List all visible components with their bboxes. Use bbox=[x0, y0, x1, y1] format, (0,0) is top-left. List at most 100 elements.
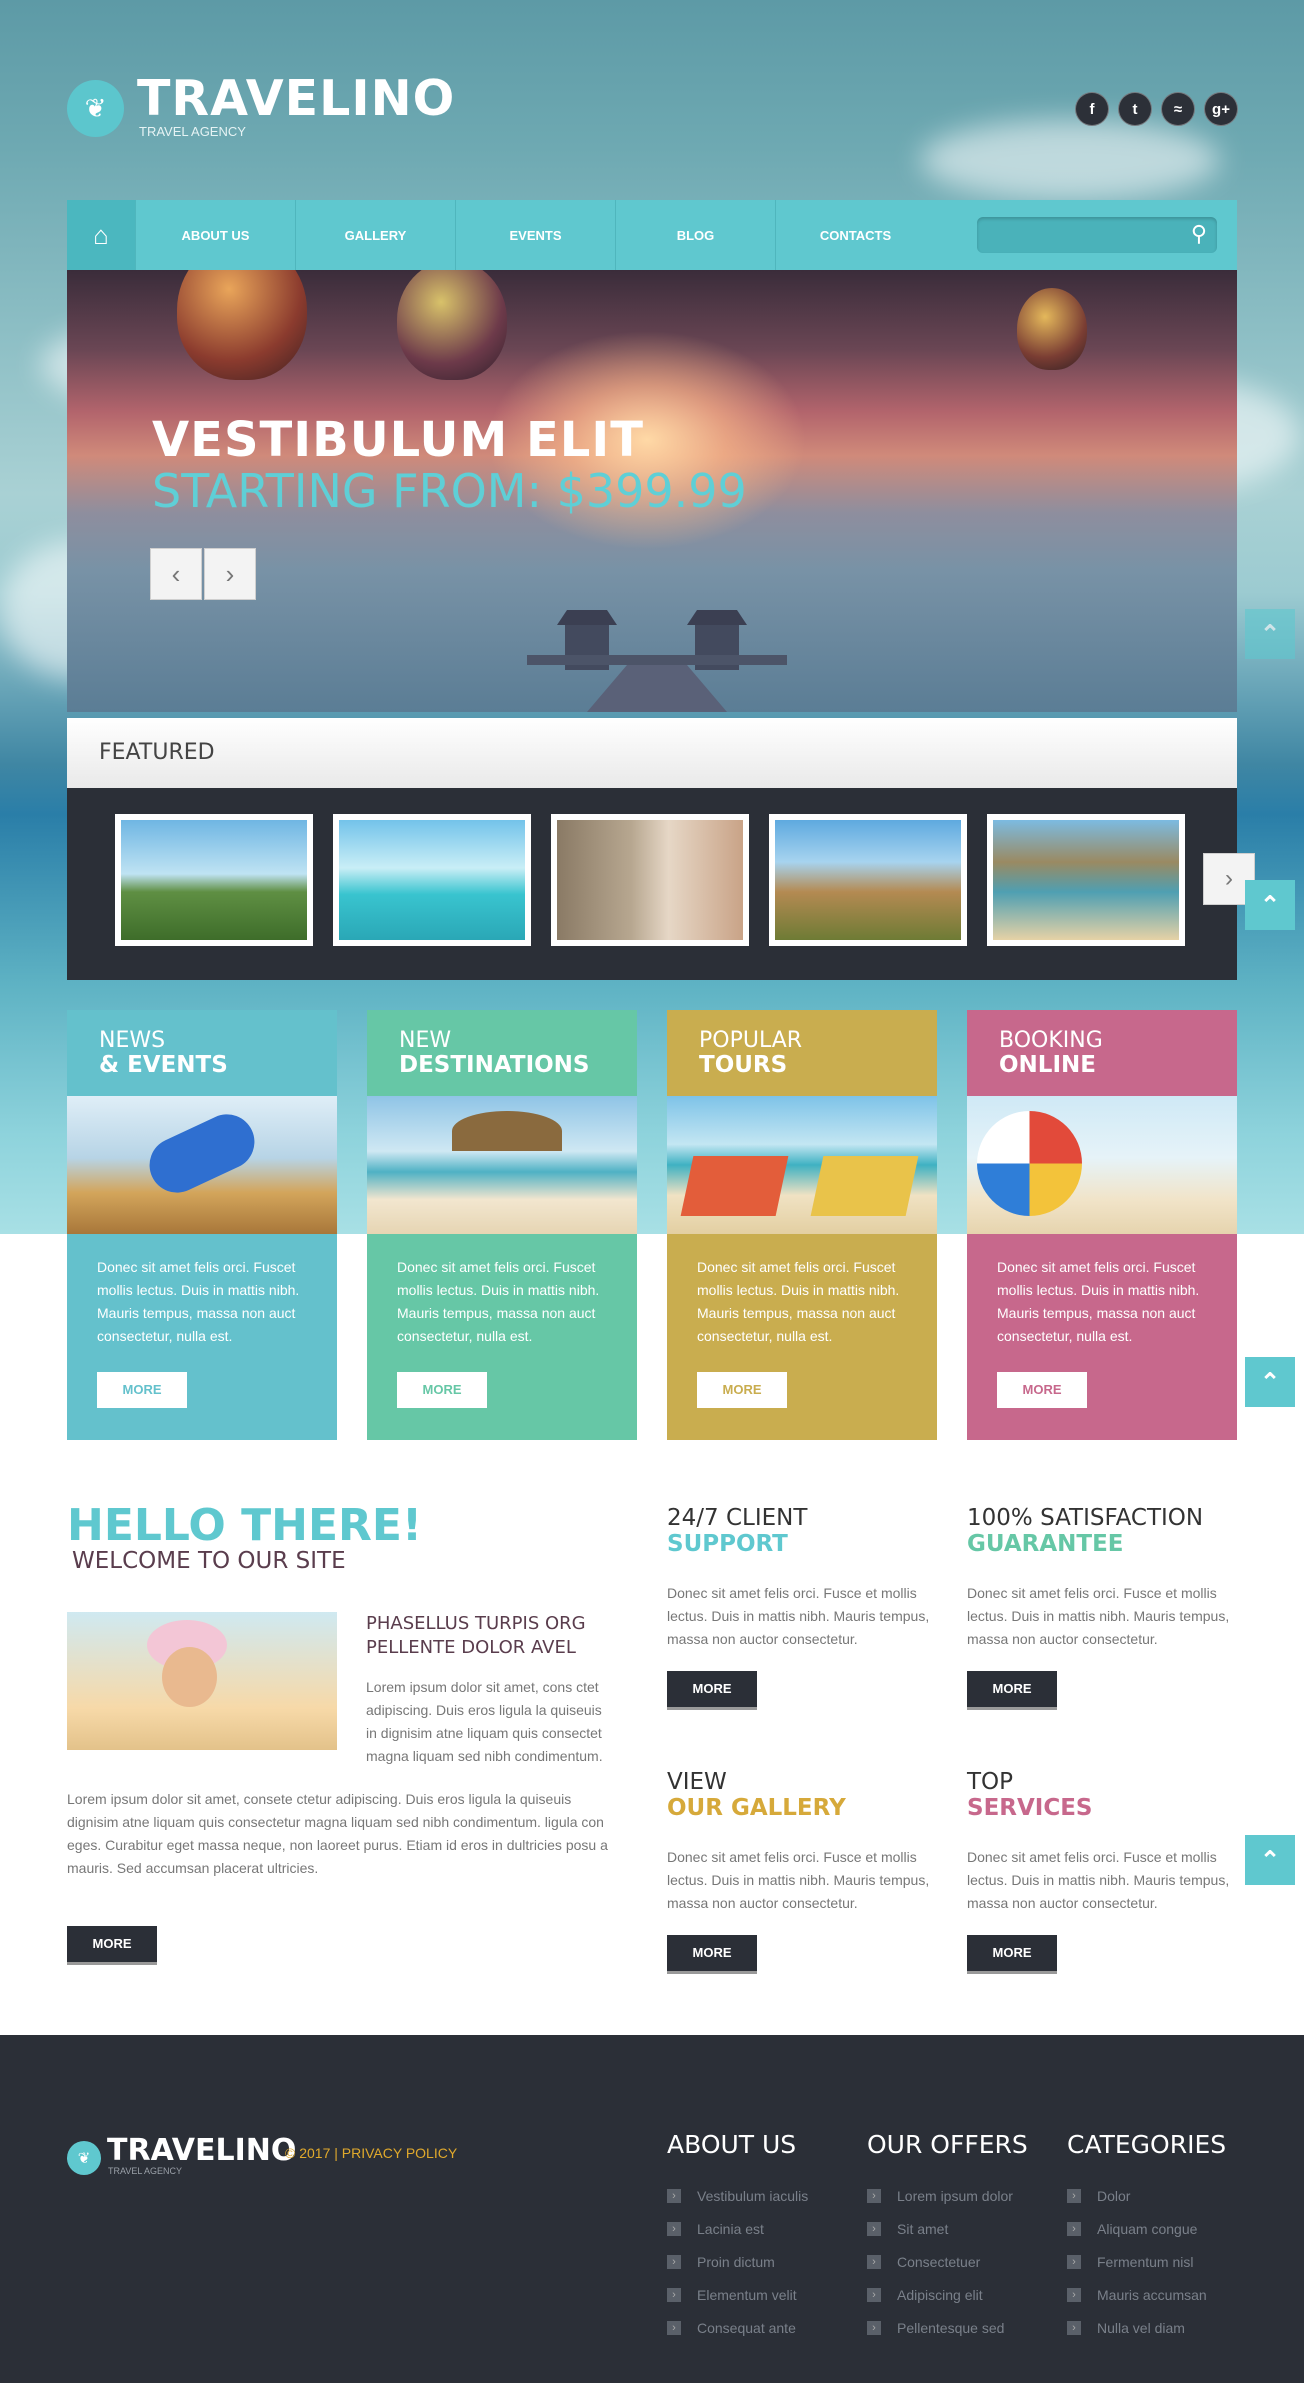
scroll-top-icon[interactable]: ⌃ bbox=[1245, 1835, 1295, 1885]
scroll-top-icon[interactable]: ⌃ bbox=[1245, 609, 1295, 659]
box-text: Donec sit amet felis orci. Fuscet mollis… bbox=[397, 1259, 600, 1344]
couple-beach-image bbox=[667, 1096, 937, 1234]
more-button[interactable]: MORE bbox=[997, 1372, 1087, 1408]
footer-link[interactable]: Dolor bbox=[1067, 2179, 1267, 2212]
box-text: Donec sit amet felis orci. Fuscet mollis… bbox=[97, 1259, 300, 1344]
beach-umbrella-image bbox=[367, 1096, 637, 1234]
copyright-privacy-link[interactable]: © 2017 | PRIVACY POLICY bbox=[285, 2145, 457, 2161]
feature-title: VIEW OUR GALLERY bbox=[667, 1769, 846, 1821]
featured-thumb[interactable] bbox=[333, 814, 531, 946]
footer-column-title: OUR OFFERS bbox=[867, 2130, 1028, 2159]
footer-link[interactable]: Mauris accumsan bbox=[1067, 2278, 1267, 2311]
chevron-right-icon[interactable]: › bbox=[204, 548, 256, 600]
main-nav: ⌂ ABOUT US GALLERY EVENTS BLOG CONTACTS … bbox=[67, 200, 1237, 270]
footer-column-title: ABOUT US bbox=[667, 2130, 797, 2159]
home-icon[interactable]: ⌂ bbox=[67, 200, 135, 270]
feature-text: Donec sit amet felis orci. Fusce et moll… bbox=[967, 1849, 1230, 1911]
footer-column-about: ABOUT US Vestibulum iaculis Lacinia est … bbox=[667, 2130, 867, 2344]
footer-link[interactable]: Lorem ipsum dolor bbox=[867, 2179, 1067, 2212]
scroll-top-icon[interactable]: ⌃ bbox=[1245, 880, 1295, 930]
featured-thumb[interactable] bbox=[769, 814, 967, 946]
footer-link[interactable]: Elementum velit bbox=[667, 2278, 867, 2311]
hero-slider: VESTIBULUM ELIT STARTING FROM: $399.99 ‹… bbox=[67, 270, 1237, 712]
slider-arrows: ‹ › bbox=[150, 548, 256, 600]
feature-title: 100% SATISFACTION GUARANTEE bbox=[967, 1505, 1204, 1557]
welcome-article-title: PHASELLUS TURPIS ORG PELLENTE DOLOR AVEL bbox=[366, 1613, 586, 1658]
logo-leaf-icon[interactable]: ❦ bbox=[67, 80, 124, 137]
footer-link[interactable]: Adipiscing elit bbox=[867, 2278, 1067, 2311]
twitter-icon[interactable]: t bbox=[1118, 92, 1152, 126]
hello-heading: HELLO THERE! bbox=[67, 1500, 423, 1551]
featured-thumb[interactable] bbox=[551, 814, 749, 946]
box-title-line2: ONLINE bbox=[999, 1052, 1096, 1078]
more-button[interactable]: MORE bbox=[67, 1926, 157, 1962]
search-icon[interactable]: ⚲ bbox=[1191, 221, 1207, 247]
footer-link[interactable]: Aliquam congue bbox=[1067, 2212, 1267, 2245]
more-button[interactable]: MORE bbox=[667, 1671, 757, 1707]
more-button[interactable]: MORE bbox=[967, 1935, 1057, 1971]
footer-link[interactable]: Sit amet bbox=[867, 2212, 1067, 2245]
footer-logo[interactable]: TRAVELINO bbox=[107, 2133, 296, 2168]
beach-ball-image bbox=[967, 1096, 1237, 1234]
nav-item-blog[interactable]: BLOG bbox=[615, 200, 775, 270]
search-input[interactable] bbox=[977, 217, 1167, 253]
footer-link[interactable]: Proin dictum bbox=[667, 2245, 867, 2278]
girl-photo bbox=[67, 1612, 337, 1750]
feature-title: TOP SERVICES bbox=[967, 1769, 1093, 1821]
balloon-image bbox=[177, 270, 307, 380]
more-button[interactable]: MORE bbox=[697, 1372, 787, 1408]
slide-title: VESTIBULUM ELIT bbox=[152, 412, 644, 468]
logo-leaf-icon[interactable]: ❦ bbox=[67, 2141, 101, 2175]
pier-image bbox=[527, 610, 787, 712]
google-plus-icon[interactable]: g+ bbox=[1204, 92, 1238, 126]
welcome-subheading: WELCOME TO OUR SITE bbox=[72, 1548, 346, 1574]
footer: ❦ TRAVELINO TRAVEL AGENCY © 2017 | PRIVA… bbox=[0, 2035, 1304, 2383]
box-title-line1: BOOKING bbox=[999, 1028, 1103, 1053]
footer-link[interactable]: Consequat ante bbox=[667, 2311, 867, 2344]
footer-column-offers: OUR OFFERS Lorem ipsum dolor Sit amet Co… bbox=[867, 2130, 1067, 2344]
scroll-top-icon[interactable]: ⌃ bbox=[1245, 1357, 1295, 1407]
box-new-destinations: NEW DESTINATIONS Donec sit amet felis or… bbox=[367, 1010, 637, 1440]
box-popular-tours: POPULAR TOURS Donec sit amet felis orci.… bbox=[667, 1010, 937, 1440]
box-title-line1: POPULAR bbox=[699, 1028, 803, 1053]
footer-link[interactable]: Consectetuer bbox=[867, 2245, 1067, 2278]
footer-link[interactable]: Nulla vel diam bbox=[1067, 2311, 1267, 2344]
nav-item-contacts[interactable]: CONTACTS bbox=[775, 200, 935, 270]
box-text: Donec sit amet felis orci. Fuscet mollis… bbox=[997, 1259, 1200, 1344]
bottle-image bbox=[67, 1096, 337, 1234]
more-button[interactable]: MORE bbox=[397, 1372, 487, 1408]
nav-item-gallery[interactable]: GALLERY bbox=[295, 200, 455, 270]
footer-column-title: CATEGORIES bbox=[1067, 2130, 1227, 2159]
header: ❦ TRAVELINO TRAVEL AGENCY f t ≈ g+ bbox=[67, 70, 1238, 140]
footer-link[interactable]: Vestibulum iaculis bbox=[667, 2179, 867, 2212]
box-title-line2: & EVENTS bbox=[99, 1052, 228, 1078]
more-button[interactable]: MORE bbox=[97, 1372, 187, 1408]
search-box: ⚲ bbox=[977, 217, 1217, 253]
featured-carousel bbox=[67, 788, 1237, 980]
footer-link[interactable]: Fermentum nisl bbox=[1067, 2245, 1267, 2278]
footer-link[interactable]: Pellentesque sed bbox=[867, 2311, 1067, 2344]
nav-item-about-us[interactable]: ABOUT US bbox=[135, 200, 295, 270]
box-title-line2: TOURS bbox=[699, 1052, 788, 1078]
welcome-paragraph: Lorem ipsum dolor sit amet, cons ctet ad… bbox=[366, 1679, 603, 1764]
site-logo[interactable]: TRAVELINO bbox=[137, 70, 455, 127]
featured-heading: FEATURED bbox=[67, 718, 1237, 788]
more-button[interactable]: MORE bbox=[667, 1935, 757, 1971]
rss-icon[interactable]: ≈ bbox=[1161, 92, 1195, 126]
more-button[interactable]: MORE bbox=[967, 1671, 1057, 1707]
balloon-image bbox=[1017, 288, 1087, 370]
feature-title: 24/7 CLIENT SUPPORT bbox=[667, 1505, 808, 1557]
footer-tagline: TRAVEL AGENCY bbox=[108, 2166, 183, 2176]
feature-text: Donec sit amet felis orci. Fusce et moll… bbox=[667, 1849, 930, 1911]
welcome-paragraph-long: Lorem ipsum dolor sit amet, consete ctet… bbox=[67, 1791, 608, 1876]
facebook-icon[interactable]: f bbox=[1075, 92, 1109, 126]
box-title-line1: NEWS bbox=[99, 1028, 166, 1053]
featured-thumb[interactable] bbox=[987, 814, 1185, 946]
footer-link[interactable]: Lacinia est bbox=[667, 2212, 867, 2245]
featured-thumb[interactable] bbox=[115, 814, 313, 946]
nav-item-events[interactable]: EVENTS bbox=[455, 200, 615, 270]
chevron-left-icon[interactable]: ‹ bbox=[150, 548, 202, 600]
box-title-line2: DESTINATIONS bbox=[399, 1052, 590, 1078]
box-text: Donec sit amet felis orci. Fuscet mollis… bbox=[697, 1259, 900, 1344]
box-news-events: NEWS & EVENTS Donec sit amet felis orci.… bbox=[67, 1010, 337, 1440]
